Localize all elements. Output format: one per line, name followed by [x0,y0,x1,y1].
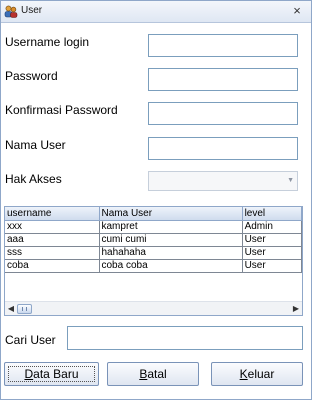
title-bar: User × [1,1,311,23]
username-login-label: Username login [5,35,90,49]
cell-level[interactable]: Admin [242,220,302,234]
keluar-button[interactable]: Keluar [211,362,303,386]
batal-label: Batal [139,367,167,381]
cari-user-input[interactable] [67,326,303,350]
username-login-input[interactable] [148,34,298,57]
batal-button[interactable]: Batal [107,362,199,386]
scroll-left-icon[interactable]: ◀ [5,302,17,316]
horizontal-scrollbar[interactable]: ◀ ▶ [5,301,302,315]
column-header-nama-user[interactable]: Nama User [99,207,243,221]
cell-level[interactable]: User [242,259,302,273]
focus-ring [8,366,95,382]
users-icon [4,5,18,18]
user-window: User × Username login Password Konfirmas… [0,0,312,400]
cell-username[interactable]: sss [5,246,100,260]
table-header-row: username Nama User level [5,207,302,221]
column-header-level[interactable]: level [242,207,302,221]
confirm-password-input[interactable] [148,102,298,125]
password-label: Password [5,69,58,83]
cell-nama-user[interactable]: kampret [99,220,243,234]
cell-username[interactable]: coba [5,259,100,273]
chevron-down-icon[interactable]: ▼ [287,177,294,184]
keluar-label: Keluar [239,367,275,381]
cell-level[interactable]: User [242,233,302,247]
close-button[interactable]: × [289,3,305,19]
cari-user-label: Cari User [5,333,56,347]
password-input[interactable] [148,68,298,91]
cell-username[interactable]: xxx [5,220,100,234]
window-title: User [21,5,43,16]
hak-akses-label: Hak Akses [5,172,62,186]
nama-user-label: Nama User [5,138,66,152]
grip-icon [22,307,27,311]
scrollbar-thumb[interactable] [17,304,32,314]
cell-nama-user[interactable]: cumi cumi [99,233,243,247]
confirm-password-label: Konfirmasi Password [5,103,118,117]
cell-nama-user[interactable]: coba coba [99,259,243,273]
cell-username[interactable]: aaa [5,233,100,247]
table-row[interactable]: coba coba coba User [5,259,302,273]
column-header-username[interactable]: username [5,207,100,221]
nama-user-input[interactable] [148,137,298,160]
table-row[interactable]: aaa cumi cumi User [5,233,302,247]
cell-nama-user[interactable]: hahahaha [99,246,243,260]
user-table: username Nama User level xxx kampret Adm… [4,206,303,316]
cell-level[interactable]: User [242,246,302,260]
table-row[interactable]: xxx kampret Admin [5,220,302,234]
table-row[interactable]: sss hahahaha User [5,246,302,260]
scroll-right-icon[interactable]: ▶ [290,302,302,316]
data-baru-button[interactable]: Data Baru [4,362,99,386]
hak-akses-select[interactable]: ▼ [148,171,298,191]
